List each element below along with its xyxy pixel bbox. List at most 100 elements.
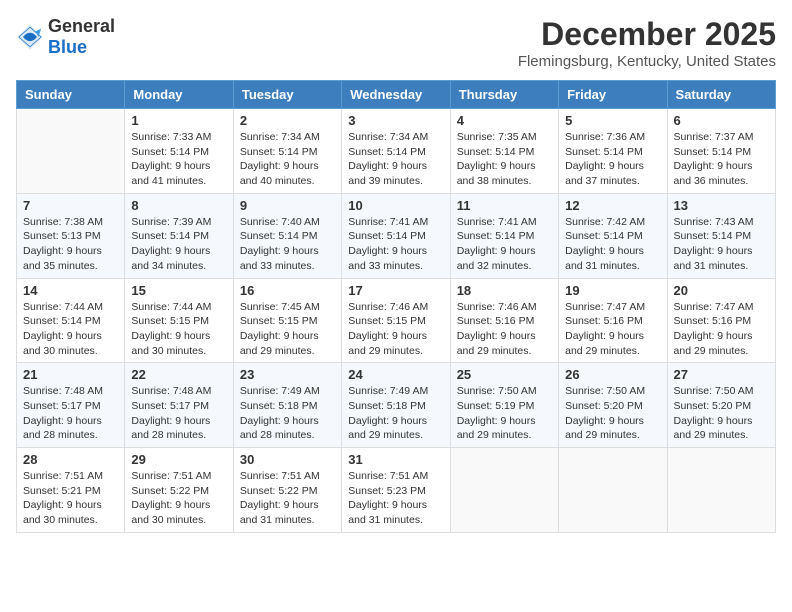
sunrise-text: Sunrise: 7:48 AM: [131, 384, 226, 399]
day-number: 1: [131, 113, 226, 128]
sunset-text: Sunset: 5:14 PM: [674, 145, 769, 160]
calendar-cell: 21Sunrise: 7:48 AMSunset: 5:17 PMDayligh…: [17, 363, 125, 448]
day-number: 21: [23, 367, 118, 382]
daylight-minutes-label: and 31 minutes.: [674, 259, 769, 274]
calendar-cell: 10 Sunrise: 7:41 AMSunset: 5:14 PMDayligh…: [342, 193, 450, 278]
daylight-minutes-label: and 37 minutes.: [565, 174, 660, 189]
calendar-cell: 15Sunrise: 7:44 AMSunset: 5:15 PMDayligh…: [125, 278, 233, 363]
day-number: 7: [23, 198, 118, 213]
day-info: Sunrise: 7:43 AMSunset: 5:14 PMDaylight:…: [674, 215, 769, 274]
calendar-cell: 13Sunrise: 7:43 AMSunset: 5:14 PMDayligh…: [667, 193, 775, 278]
day-info: Sunrise: 7:50 AMSunset: 5:19 PMDaylight:…: [457, 384, 552, 443]
daylight-hours-label: Daylight: 9 hours: [565, 159, 660, 174]
day-number: 4: [457, 113, 552, 128]
daylight-minutes-label: and 35 minutes.: [23, 259, 118, 274]
sunset-text: Sunset: 5:14 PM: [131, 229, 226, 244]
daylight-hours-label: Daylight: 9 hours: [131, 498, 226, 513]
daylight-hours-label: Daylight: 9 hours: [131, 414, 226, 429]
calendar-header-sunday: Sunday: [17, 81, 125, 109]
sunrise-text: Sunrise: 7:34 AM: [240, 130, 335, 145]
calendar-cell: 14Sunrise: 7:44 AMSunset: 5:14 PMDayligh…: [17, 278, 125, 363]
sunset-text: Sunset: 5:14 PM: [457, 145, 552, 160]
day-info: Sunrise: 7:45 AMSunset: 5:15 PMDaylight:…: [240, 300, 335, 359]
day-number: 10: [348, 198, 443, 213]
sunrise-text: Sunrise: 7:51 AM: [131, 469, 226, 484]
daylight-minutes-label: and 31 minutes.: [565, 259, 660, 274]
sunrise-text: Sunrise: 7:37 AM: [674, 130, 769, 145]
calendar-cell: [559, 448, 667, 533]
calendar-week-5: 28Sunrise: 7:51 AMSunset: 5:21 PMDayligh…: [17, 448, 776, 533]
calendar-cell: 24Sunrise: 7:49 AMSunset: 5:18 PMDayligh…: [342, 363, 450, 448]
day-number: 22: [131, 367, 226, 382]
sunset-text: Sunset: 5:21 PM: [23, 484, 118, 499]
calendar-cell: 18 Sunrise: 7:46 AMSunset: 5:16 PMDayligh…: [450, 278, 558, 363]
calendar-header-monday: Monday: [125, 81, 233, 109]
sunset-text: Sunset: 5:14 PM: [565, 229, 660, 244]
day-info: Sunrise: 7:34 AMSunset: 5:14 PMDaylight:…: [240, 130, 335, 189]
daylight-minutes-label: and 40 minutes.: [240, 174, 335, 189]
sunrise-text: Sunrise: 7:51 AM: [23, 469, 118, 484]
sunset-text: Sunset: 5:14 PM: [348, 145, 443, 160]
sunrise-text: Sunrise: 7:50 AM: [565, 384, 660, 399]
calendar-header-friday: Friday: [559, 81, 667, 109]
daylight-hours-label: Daylight: 9 hours: [348, 498, 443, 513]
day-number: 31: [348, 452, 443, 467]
daylight-minutes-label: and 28 minutes.: [131, 428, 226, 443]
day-number: 6: [674, 113, 769, 128]
sunset-text: Sunset: 5:14 PM: [457, 229, 552, 244]
sunrise-text: Sunrise: 7:46 AM: [457, 300, 552, 315]
calendar-cell: 7Sunrise: 7:38 AMSunset: 5:13 PMDaylight…: [17, 193, 125, 278]
calendar-cell: 12Sunrise: 7:42 AMSunset: 5:14 PMDayligh…: [559, 193, 667, 278]
daylight-hours-label: Daylight: 9 hours: [565, 244, 660, 259]
day-info: Sunrise: 7:44 AMSunset: 5:14 PMDaylight:…: [23, 300, 118, 359]
sunset-text: Sunset: 5:14 PM: [674, 229, 769, 244]
day-info: Sunrise: 7:41 AMSunset: 5:14 PMDaylight:…: [348, 215, 443, 274]
day-info: Sunrise: 7:35 AMSunset: 5:14 PMDaylight:…: [457, 130, 552, 189]
daylight-minutes-label: and 31 minutes.: [240, 513, 335, 528]
daylight-hours-label: Daylight: 9 hours: [131, 244, 226, 259]
sunrise-text: Sunrise: 7:46 AM: [348, 300, 443, 315]
daylight-hours-label: Daylight: 9 hours: [131, 159, 226, 174]
sunrise-text: Sunrise: 7:50 AM: [457, 384, 552, 399]
day-info: Sunrise: 7:47 AMSunset: 5:16 PMDaylight:…: [565, 300, 660, 359]
day-info: Sunrise: 7:51 AMSunset: 5:22 PMDaylight:…: [131, 469, 226, 528]
daylight-minutes-label: and 31 minutes.: [348, 513, 443, 528]
day-info: Sunrise: 7:34 AMSunset: 5:14 PMDaylight:…: [348, 130, 443, 189]
daylight-minutes-label: and 29 minutes.: [674, 344, 769, 359]
sunset-text: Sunset: 5:19 PM: [457, 399, 552, 414]
daylight-hours-label: Daylight: 9 hours: [457, 329, 552, 344]
day-info: Sunrise: 7:36 AMSunset: 5:14 PMDaylight:…: [565, 130, 660, 189]
sunrise-text: Sunrise: 7:44 AM: [131, 300, 226, 315]
sunrise-text: Sunrise: 7:47 AM: [565, 300, 660, 315]
daylight-hours-label: Daylight: 9 hours: [348, 414, 443, 429]
sunset-text: Sunset: 5:20 PM: [565, 399, 660, 414]
daylight-minutes-label: and 30 minutes.: [23, 513, 118, 528]
daylight-hours-label: Daylight: 9 hours: [240, 329, 335, 344]
day-number: 8: [131, 198, 226, 213]
sunrise-text: Sunrise: 7:39 AM: [131, 215, 226, 230]
sunset-text: Sunset: 5:15 PM: [240, 314, 335, 329]
daylight-minutes-label: and 33 minutes.: [240, 259, 335, 274]
sunrise-text: Sunrise: 7:43 AM: [674, 215, 769, 230]
sunset-text: Sunset: 5:14 PM: [565, 145, 660, 160]
sunset-text: Sunset: 5:18 PM: [348, 399, 443, 414]
sunrise-text: Sunrise: 7:51 AM: [348, 469, 443, 484]
day-info: Sunrise: 7:46 AMSunset: 5:16 PMDaylight:…: [457, 300, 552, 359]
calendar-cell: 30Sunrise: 7:51 AMSunset: 5:22 PMDayligh…: [233, 448, 341, 533]
daylight-hours-label: Daylight: 9 hours: [565, 329, 660, 344]
calendar-cell: 31Sunrise: 7:51 AMSunset: 5:23 PMDayligh…: [342, 448, 450, 533]
daylight-minutes-label: and 30 minutes.: [131, 513, 226, 528]
calendar-cell: [17, 109, 125, 194]
day-number: 18: [457, 283, 552, 298]
daylight-minutes-label: and 30 minutes.: [23, 344, 118, 359]
calendar-cell: 20Sunrise: 7:47 AMSunset: 5:16 PMDayligh…: [667, 278, 775, 363]
logo: General Blue: [16, 16, 115, 58]
daylight-minutes-label: and 34 minutes.: [131, 259, 226, 274]
daylight-minutes-label: and 36 minutes.: [674, 174, 769, 189]
calendar-header-saturday: Saturday: [667, 81, 775, 109]
sunrise-text: Sunrise: 7:45 AM: [240, 300, 335, 315]
sunset-text: Sunset: 5:20 PM: [674, 399, 769, 414]
sunrise-text: Sunrise: 7:41 AM: [348, 215, 443, 230]
location-title: Flemingsburg, Kentucky, United States: [518, 53, 776, 70]
day-number: 26: [565, 367, 660, 382]
